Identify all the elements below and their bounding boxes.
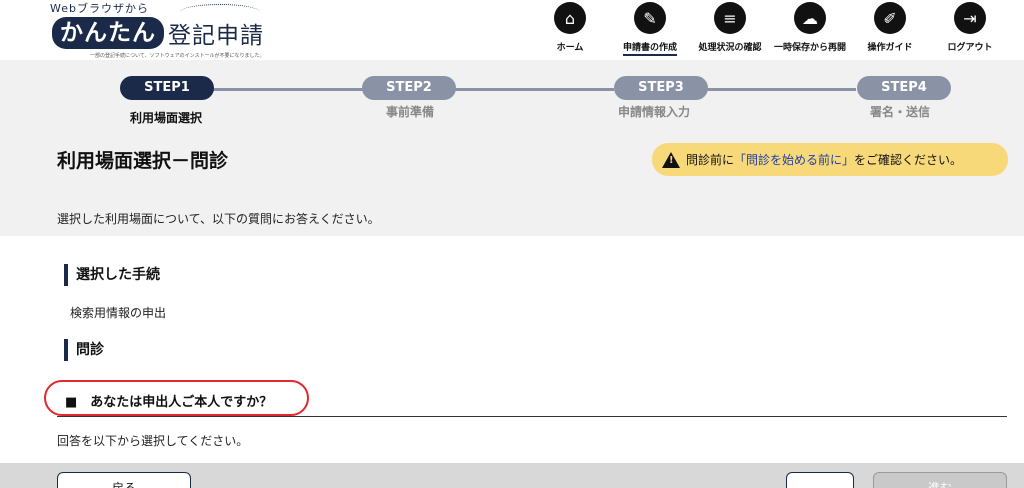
step2-label: 事前準備 [385,105,434,119]
nav-logout[interactable]: ⇥ ログアウト [930,0,1010,60]
edit-document-icon: ✎ [634,2,666,34]
next-button[interactable]: 進む [873,472,1007,488]
step-connector [212,88,372,91]
nav-label: ホーム [556,43,584,53]
cloud-download-icon: ☁ [794,2,826,34]
question-divider [57,416,1007,417]
notice-text-pre: 問診前に [686,153,735,167]
step-progress: STEP1 STEP2 STEP3 STEP4 利用場面選択 事前準備 申請情報… [0,76,1024,126]
intro-text: 選択した利用場面について、以下の質問にお答えください。 [57,212,380,226]
logo-kantan: かんたん [52,17,164,49]
back-button[interactable]: 戻る [57,472,191,488]
nav-guide[interactable]: ✐ 操作ガイド [850,0,930,60]
step1-label: 利用場面選択 [129,111,202,125]
nav-label: 一時保存から再開 [773,43,846,53]
step-connector [454,88,614,91]
step1-pill: STEP1 [120,76,214,100]
step3-pill: STEP3 [614,76,708,100]
guide-book-icon: ✐ [874,2,906,34]
step3-label: 申請情報入力 [617,105,690,119]
nav-label: 処理状況の確認 [698,43,762,53]
site-logo[interactable]: Webブラウザから かんたん 登記申請 一部の登記手続について、ソフトウェアのイ… [50,0,300,60]
nav-label: ログアウト [947,43,993,53]
main-nav: ⌂ ホーム ✎ 申請書の作成 ≡ 処理状況の確認 ☁ 一時保存から再開 ✐ 操作… [530,0,1010,60]
pre-interview-notice: ! 問診前に 「問診を始める前に」 をご確認ください。 [652,143,1008,176]
page-title: 利用場面選択－問診 [57,150,229,172]
nav-label: 操作ガイド [867,43,913,53]
step-connector [696,88,856,91]
nav-check-status[interactable]: ≡ 処理状況の確認 [690,0,770,60]
interview-question: ■ あなたは申出人ご本人ですか？ [65,395,273,410]
status-list-icon: ≡ [714,2,746,34]
nav-home[interactable]: ⌂ ホーム [530,0,610,60]
nav-create-application[interactable]: ✎ 申請書の作成 [610,0,690,60]
interview-heading: 問診 [64,339,104,361]
nav-resume-saved[interactable]: ☁ 一時保存から再開 [770,0,850,60]
home-icon: ⌂ [554,2,586,34]
step2-pill: STEP2 [362,76,456,100]
step4-label: 署名・送信 [869,105,930,119]
procedure-name: 検索用情報の申出 [70,306,167,320]
step4-pill: STEP4 [857,76,951,100]
secondary-button[interactable] [786,472,854,488]
header: Webブラウザから かんたん 登記申請 一部の登記手続について、ソフトウェアのイ… [0,0,1024,60]
logout-icon: ⇥ [954,2,986,34]
logo-tagline: Webブラウザから [50,2,149,15]
logo-title: 登記申請 [168,23,264,49]
before-interview-link[interactable]: 「問診を始める前に」 [734,151,854,168]
logo-wordmark: かんたん 登記申請 [52,16,264,50]
logo-subtext: 一部の登記手続について、ソフトウェアのインストールが不要になりました。 [90,53,265,59]
notice-text-post: をご確認ください。 [854,153,963,167]
nav-label: 申請書の作成 [622,40,677,56]
selected-procedure-heading: 選択した手続 [64,264,160,286]
answer-instruction: 回答を以下から選択してください。 [57,434,249,448]
warning-icon: ! [662,151,680,168]
